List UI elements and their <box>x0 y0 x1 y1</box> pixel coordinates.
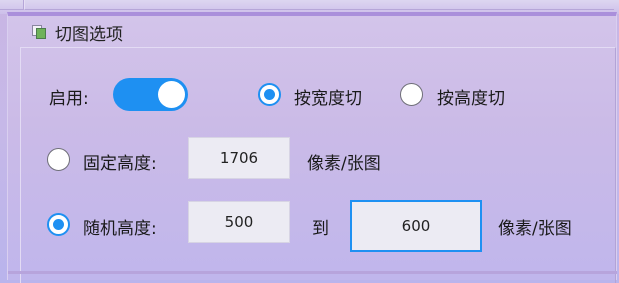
random-height-min-input[interactable]: 500 <box>188 201 290 243</box>
range-to-label: 到 <box>312 219 329 239</box>
panel-header: 切图选项 <box>32 20 123 45</box>
slice-by-width-radio[interactable] <box>258 83 281 106</box>
fixed-height-radio[interactable] <box>47 148 70 171</box>
fixed-height-input[interactable]: 1706 <box>188 137 290 179</box>
slice-by-height-radio[interactable] <box>400 83 423 106</box>
slice-by-width-label[interactable]: 按宽度切 <box>294 84 362 109</box>
random-height-max-input[interactable]: 600 <box>350 200 482 252</box>
random-height-label: 随机高度: <box>83 219 157 239</box>
enable-label: 启用: <box>49 89 89 109</box>
panel-bottom-border <box>8 271 617 274</box>
fixed-height-label: 固定高度: <box>83 154 157 174</box>
image-slice-icon <box>32 25 46 39</box>
toggle-knob <box>158 81 185 108</box>
top-strip-cell <box>24 0 614 10</box>
random-height-radio[interactable] <box>47 213 70 236</box>
slice-by-height-label[interactable]: 按高度切 <box>437 84 505 109</box>
fixed-height-unit: 像素/张图 <box>307 154 381 174</box>
enable-toggle[interactable] <box>113 78 188 111</box>
panel-title: 切图选项 <box>55 24 123 45</box>
slice-options-panel <box>7 12 617 283</box>
random-height-unit: 像素/张图 <box>498 219 572 239</box>
top-strip-cell <box>0 0 24 10</box>
